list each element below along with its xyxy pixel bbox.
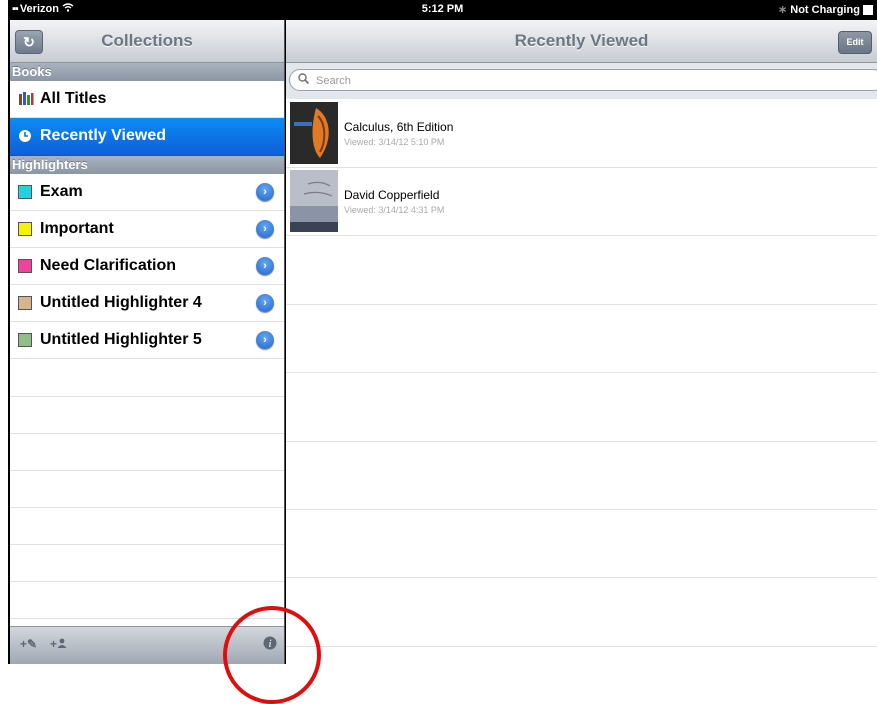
sidebar-item-label: Need Clarification bbox=[40, 257, 177, 274]
section-header-books: Books bbox=[10, 63, 284, 81]
battery-indicator: ∗ Not Charging bbox=[778, 3, 873, 16]
highlighter-swatch bbox=[18, 222, 32, 236]
add-highlighter-icon[interactable]: +✎ bbox=[20, 637, 37, 651]
divider bbox=[286, 577, 877, 578]
divider bbox=[10, 507, 284, 508]
divider bbox=[10, 470, 284, 471]
sidebar-item-all-titles[interactable]: All Titles bbox=[10, 81, 284, 118]
disclosure-chevron-icon[interactable]: › bbox=[256, 294, 274, 312]
divider bbox=[286, 304, 877, 305]
annotation-circle bbox=[223, 606, 321, 704]
clock-icon bbox=[18, 129, 32, 148]
book-viewed-time: Viewed: 3/14/12 4:31 PM bbox=[344, 205, 445, 215]
book-row-david-copperfield[interactable]: David Copperfield Viewed: 3/14/12 4:31 P… bbox=[286, 168, 877, 236]
book-title: Calculus, 6th Edition bbox=[344, 120, 454, 134]
divider bbox=[10, 581, 284, 582]
sidebar-item-untitled-highlighter-5[interactable]: Untitled Highlighter 5 › bbox=[10, 322, 284, 359]
divider bbox=[10, 433, 284, 434]
sidebar-title: Collections bbox=[101, 31, 193, 50]
highlighter-swatch bbox=[18, 185, 32, 199]
divider bbox=[286, 509, 877, 510]
book-title: David Copperfield bbox=[344, 188, 440, 202]
search-bar bbox=[286, 63, 877, 99]
library-icon bbox=[18, 91, 34, 110]
book-viewed-time: Viewed: 3/14/12 5:10 PM bbox=[344, 137, 445, 147]
divider bbox=[286, 372, 877, 373]
collections-sidebar: ↻ Collections Books All Titles Recently … bbox=[10, 20, 285, 664]
sidebar-item-label: All Titles bbox=[40, 90, 107, 107]
divider bbox=[286, 441, 877, 442]
book-row-calculus[interactable]: Calculus, 6th Edition Viewed: 3/14/12 5:… bbox=[286, 100, 877, 168]
sidebar-item-label: Important bbox=[40, 220, 114, 237]
disclosure-chevron-icon[interactable]: › bbox=[256, 331, 274, 349]
status-bar: ▪▪ Verizon 5:12 PM ∗ Not Charging bbox=[8, 0, 877, 20]
sidebar-item-recently-viewed[interactable]: Recently Viewed bbox=[10, 118, 284, 156]
sidebar-header: ↻ Collections bbox=[10, 20, 284, 63]
sidebar-item-label: Exam bbox=[40, 183, 83, 200]
sidebar-item-label: Recently Viewed bbox=[40, 127, 166, 144]
disclosure-chevron-icon[interactable]: › bbox=[256, 257, 274, 275]
search-icon bbox=[298, 73, 310, 87]
highlighter-swatch bbox=[18, 333, 32, 347]
highlighter-swatch bbox=[18, 296, 32, 310]
sidebar-item-exam[interactable]: Exam › bbox=[10, 174, 284, 211]
main-header: Recently Viewed Edit bbox=[286, 20, 877, 63]
book-cover bbox=[290, 102, 338, 164]
disclosure-chevron-icon[interactable]: › bbox=[256, 183, 274, 201]
sidebar-item-need-clarification[interactable]: Need Clarification › bbox=[10, 248, 284, 285]
ipad-screen: ▪▪ Verizon 5:12 PM ∗ Not Charging ↻ Colle… bbox=[8, 0, 877, 664]
sidebar-item-important[interactable]: Important › bbox=[10, 211, 284, 248]
bluetooth-icon: ∗ bbox=[777, 4, 788, 16]
sidebar-item-label: Untitled Highlighter 5 bbox=[40, 331, 202, 348]
edit-button[interactable]: Edit bbox=[838, 31, 872, 54]
divider bbox=[10, 544, 284, 545]
section-header-highlighters: Highlighters bbox=[10, 156, 284, 174]
highlighter-swatch bbox=[18, 259, 32, 273]
sidebar-item-untitled-highlighter-4[interactable]: Untitled Highlighter 4 › bbox=[10, 285, 284, 322]
page-title: Recently Viewed bbox=[514, 31, 649, 50]
sidebar-item-label: Untitled Highlighter 4 bbox=[40, 294, 202, 311]
charging-status: Not Charging bbox=[790, 4, 860, 16]
battery-icon bbox=[863, 5, 873, 16]
book-cover bbox=[290, 170, 338, 232]
disclosure-chevron-icon[interactable]: › bbox=[256, 220, 274, 238]
search-input[interactable] bbox=[314, 72, 858, 90]
clock: 5:12 PM bbox=[421, 3, 464, 15]
add-user-icon[interactable]: + bbox=[50, 637, 67, 651]
divider bbox=[10, 396, 284, 397]
recently-viewed-panel: Recently Viewed Edit Calcul bbox=[286, 20, 877, 664]
search-field[interactable] bbox=[289, 69, 877, 91]
divider bbox=[286, 646, 877, 647]
